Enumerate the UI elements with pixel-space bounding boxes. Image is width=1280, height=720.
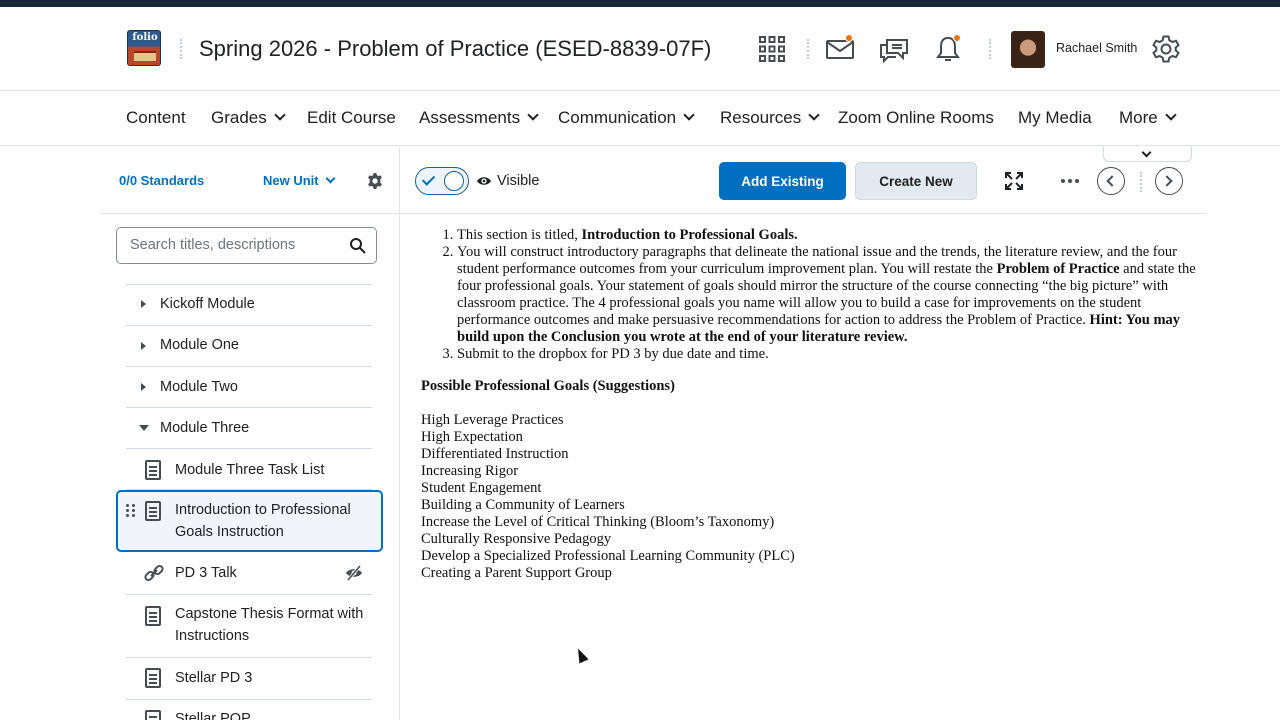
chevron-down-icon [1165, 109, 1177, 121]
course-navbar: Content Grades Edit Course Assessments C… [0, 92, 1280, 146]
toolbar-divider [1140, 172, 1142, 192]
document-icon [145, 501, 161, 521]
chevron-down-icon [808, 109, 820, 121]
avatar[interactable] [1011, 31, 1045, 68]
nav-grades[interactable]: Grades [211, 108, 286, 128]
nav-communication[interactable]: Communication [558, 108, 695, 128]
username[interactable]: Rachael Smith [1056, 41, 1137, 55]
toolbar-divider [400, 213, 1206, 214]
top-accent-bar [0, 0, 1280, 7]
add-existing-button[interactable]: Add Existing [719, 162, 846, 200]
tree-item-introduction-professional-goals[interactable]: Introduction to Professional Goals Instr… [116, 490, 383, 552]
instruction-item: Submit to the dropbox for PD 3 by due da… [457, 346, 1201, 363]
topic-content: This section is titled, Introduction to … [421, 227, 1201, 582]
collapse-header-button[interactable] [1103, 147, 1192, 162]
goal-item: Building a Community of Learners [421, 497, 625, 513]
document-icon [145, 606, 161, 626]
header: folio Spring 2026 - Problem of Practice … [0, 7, 1280, 91]
tree-item-pd-3-talk[interactable]: PD 3 Talk [126, 552, 372, 595]
goal-item: High Leverage Practices [421, 412, 564, 428]
drag-handle-icon[interactable] [126, 504, 136, 518]
tree-item-module-three[interactable]: Module Three [126, 408, 372, 449]
header-divider [180, 39, 182, 59]
nav-zoom-online-rooms[interactable]: Zoom Online Rooms [838, 108, 994, 128]
goal-item: Differentiated Instruction [421, 446, 569, 462]
document-icon [145, 668, 161, 688]
tree-item-kickoff-module[interactable]: Kickoff Module [126, 284, 372, 326]
goal-item: Increase the Level of Critical Thinking … [421, 514, 775, 530]
search-box [116, 227, 377, 264]
mail-notification-dot [845, 34, 853, 42]
nav-more[interactable]: More [1119, 108, 1177, 128]
chevron-down-icon [683, 109, 695, 121]
chevron-down-icon [274, 109, 286, 121]
link-icon [143, 562, 165, 584]
bell-icon[interactable] [932, 33, 964, 65]
nav-resources[interactable]: Resources [720, 108, 820, 128]
goal-item: Student Engagement [421, 480, 542, 496]
nav-edit-course[interactable]: Edit Course [307, 108, 396, 128]
caret-right-icon [141, 342, 146, 350]
instruction-list: This section is titled, Introduction to … [421, 227, 1201, 363]
tree-item-module-three-task-list[interactable]: Module Three Task List [126, 449, 372, 490]
gear-icon[interactable] [1150, 33, 1182, 65]
nav-content[interactable]: Content [126, 108, 186, 128]
goals-list: High Leverage Practices High Expectation… [421, 412, 1201, 582]
header-divider [989, 39, 991, 59]
mouse-cursor [573, 646, 589, 664]
standards-link[interactable]: 0/0 Standards [119, 173, 204, 188]
document-icon [145, 460, 161, 480]
goals-heading: Possible Professional Goals (Suggestions… [421, 378, 675, 394]
fullscreen-icon[interactable] [1005, 172, 1023, 190]
tree-item-stellar-pd-3[interactable]: Stellar PD 3 [126, 658, 372, 700]
search-icon[interactable] [349, 237, 367, 255]
caret-down-icon [139, 425, 149, 431]
previous-topic-icon[interactable] [1097, 167, 1125, 195]
tree-item-capstone-thesis-format[interactable]: Capstone Thesis Format with Instructions [126, 595, 372, 658]
caret-right-icon [141, 300, 146, 308]
hidden-eye-icon[interactable] [345, 565, 363, 581]
create-new-button[interactable]: Create New [855, 162, 977, 200]
goal-item: High Expectation [421, 429, 523, 445]
eye-icon [476, 174, 492, 188]
content-sidebar: 0/0 Standards New Unit Kickoff Module Mo… [100, 147, 400, 720]
caret-right-icon [141, 383, 146, 391]
goal-item: Develop a Specialized Professional Learn… [421, 548, 795, 564]
nav-my-media[interactable]: My Media [1018, 108, 1092, 128]
course-title[interactable]: Spring 2026 - Problem of Practice (ESED-… [199, 36, 711, 62]
nav-assessments[interactable]: Assessments [419, 108, 539, 128]
goal-item: Culturally Responsive Pedagogy [421, 531, 612, 547]
search-input[interactable] [130, 237, 335, 253]
tree-item-module-one[interactable]: Module One [126, 326, 372, 367]
tree-item-module-two[interactable]: Module Two [126, 367, 372, 408]
document-icon [145, 710, 161, 720]
check-icon [421, 172, 436, 186]
toggle-knob [444, 171, 464, 191]
tree-item-stellar-pop[interactable]: Stellar POP [126, 700, 372, 720]
visibility-label: Visible [497, 173, 540, 189]
institution-logo[interactable]: folio [127, 30, 161, 66]
instruction-item: You will construct introductory paragrap… [457, 244, 1201, 346]
goal-item: Increasing Rigor [421, 463, 519, 479]
bell-notification-dot [953, 34, 961, 42]
header-divider [807, 39, 809, 59]
new-unit-button[interactable]: New Unit [263, 173, 336, 188]
next-topic-icon[interactable] [1155, 167, 1183, 195]
settings-gear-icon[interactable] [366, 172, 384, 190]
chevron-down-icon [527, 109, 539, 121]
sidebar-divider [100, 213, 400, 214]
grid-icon[interactable] [756, 33, 788, 65]
chat-icon[interactable] [878, 33, 910, 65]
chevron-down-icon [1141, 147, 1152, 158]
chevron-down-icon [325, 173, 336, 184]
mail-icon[interactable] [824, 33, 856, 65]
visibility-toggle[interactable] [415, 167, 469, 195]
more-options-icon[interactable] [1061, 179, 1079, 183]
instruction-item: This section is titled, Introduction to … [457, 227, 1201, 244]
goal-item: Creating a Parent Support Group [421, 565, 612, 581]
